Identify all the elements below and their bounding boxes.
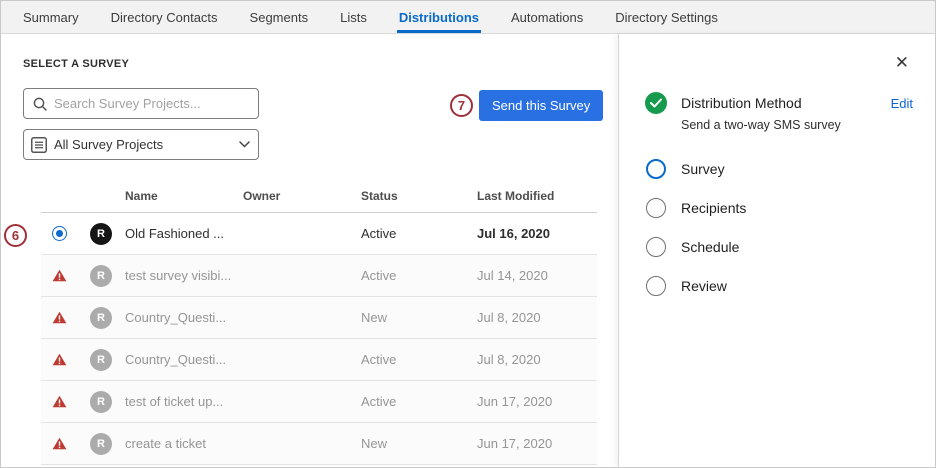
step-distribution-method: Distribution Method Edit	[645, 92, 913, 114]
survey-status: New	[361, 310, 477, 325]
warning-icon	[52, 395, 67, 408]
survey-status: Active	[361, 394, 477, 409]
warning-icon	[52, 311, 67, 324]
list-icon	[24, 130, 54, 159]
column-header-last-modified: Last Modified	[477, 189, 597, 203]
edit-link[interactable]: Edit	[891, 96, 913, 111]
pending-step-circle-icon	[646, 276, 666, 296]
distribution-steps-panel: ✕ Distribution Method Edit Send a two-wa…	[618, 34, 935, 467]
step-label: Recipients	[681, 200, 746, 216]
tab-distributions[interactable]: Distributions	[397, 1, 481, 33]
warning-icon	[52, 437, 67, 450]
step-label: Distribution Method	[681, 95, 802, 111]
survey-search-box	[23, 88, 259, 119]
search-input[interactable]	[54, 96, 249, 111]
search-icon	[33, 97, 47, 111]
check-circle-icon	[645, 92, 667, 114]
survey-name: Old Fashioned ...	[125, 226, 243, 241]
survey-last-modified: Jul 8, 2020	[477, 310, 597, 325]
project-filter-dropdown[interactable]: All Survey Projects	[23, 129, 259, 160]
pending-step-circle-icon	[646, 237, 666, 257]
avatar: R	[90, 433, 112, 455]
table-header-row: Name Owner Status Last Modified	[41, 179, 597, 213]
step-review: Review	[645, 275, 913, 297]
send-this-survey-button[interactable]: Send this Survey	[479, 90, 603, 121]
avatar: R	[90, 391, 112, 413]
doc-callout-6: 6	[4, 224, 27, 247]
survey-status: Active	[361, 268, 477, 283]
survey-name: test of ticket up...	[125, 394, 243, 409]
tab-automations[interactable]: Automations	[509, 1, 585, 33]
survey-last-modified: Jul 8, 2020	[477, 352, 597, 367]
tab-summary[interactable]: Summary	[21, 1, 81, 33]
table-row[interactable]: R Old Fashioned ... Active Jul 16, 2020	[41, 213, 597, 255]
tab-directory-settings[interactable]: Directory Settings	[613, 1, 720, 33]
step-list: Distribution Method Edit Send a two-way …	[645, 92, 913, 314]
survey-last-modified: Jul 16, 2020	[477, 226, 597, 241]
pending-step-circle-icon	[646, 198, 666, 218]
step-recipients: Recipients	[645, 197, 913, 219]
step-label: Review	[681, 278, 727, 294]
step-subtitle: Send a two-way SMS survey	[681, 118, 913, 132]
avatar: R	[90, 307, 112, 329]
avatar: R	[90, 223, 112, 245]
column-header-name: Name	[125, 189, 243, 203]
table-row[interactable]: R test of ticket up... Active Jun 17, 20…	[41, 381, 597, 423]
table-row[interactable]: R Country_Questi... Active Jul 8, 2020	[41, 339, 597, 381]
step-label: Schedule	[681, 239, 739, 255]
warning-icon	[52, 269, 67, 282]
close-icon[interactable]: ✕	[895, 54, 909, 71]
tab-segments[interactable]: Segments	[248, 1, 311, 33]
page-title: SELECT A SURVEY	[23, 58, 129, 70]
survey-status: New	[361, 436, 477, 451]
survey-name: create a ticket	[125, 436, 243, 451]
avatar: R	[90, 265, 112, 287]
tab-lists[interactable]: Lists	[338, 1, 369, 33]
survey-name: Country_Questi...	[125, 352, 243, 367]
directory-tab-bar: Summary Directory Contacts Segments List…	[1, 1, 935, 34]
survey-last-modified: Jul 14, 2020	[477, 268, 597, 283]
table-row[interactable]: R create a ticket New Jun 17, 2020	[41, 423, 597, 465]
survey-name: test survey visibi...	[125, 268, 243, 283]
survey-status: Active	[361, 352, 477, 367]
survey-status: Active	[361, 226, 477, 241]
survey-select-pane: SELECT A SURVEY All Survey Projects Send…	[1, 34, 618, 467]
survey-table: Name Owner Status Last Modified R Old Fa…	[41, 179, 597, 465]
table-row[interactable]: R test survey visibi... Active Jul 14, 2…	[41, 255, 597, 297]
distributions-page: Summary Directory Contacts Segments List…	[0, 0, 936, 468]
project-filter-value: All Survey Projects	[54, 137, 230, 152]
step-label: Survey	[681, 161, 725, 177]
survey-last-modified: Jun 17, 2020	[477, 394, 597, 409]
doc-callout-7: 7	[450, 94, 473, 117]
survey-last-modified: Jun 17, 2020	[477, 436, 597, 451]
survey-name: Country_Questi...	[125, 310, 243, 325]
avatar: R	[90, 349, 112, 371]
radio-selected-icon[interactable]	[52, 226, 67, 241]
step-schedule: Schedule	[645, 236, 913, 258]
column-header-owner: Owner	[243, 189, 361, 203]
warning-icon	[52, 353, 67, 366]
current-step-circle-icon	[646, 159, 666, 179]
step-survey: Survey	[645, 158, 913, 180]
chevron-down-icon	[230, 141, 258, 148]
column-header-status: Status	[361, 189, 477, 203]
tab-directory-contacts[interactable]: Directory Contacts	[109, 1, 220, 33]
table-row[interactable]: R Country_Questi... New Jul 8, 2020	[41, 297, 597, 339]
